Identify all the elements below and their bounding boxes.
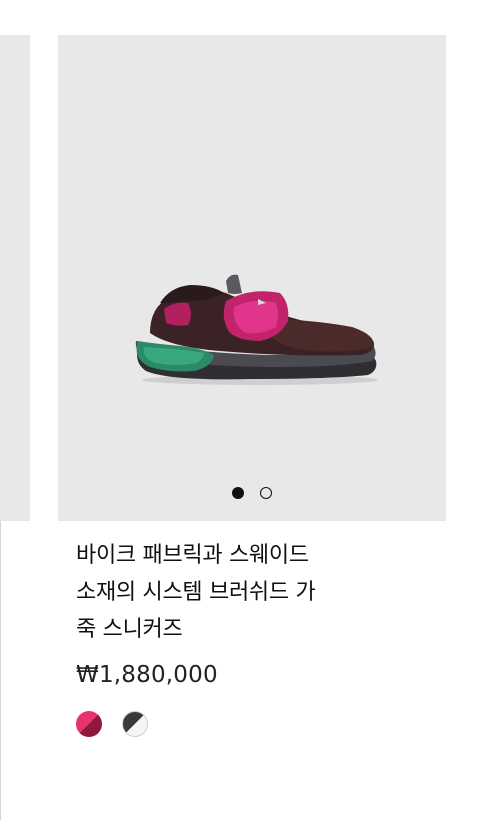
color-swatch-black-white[interactable]: [122, 711, 148, 737]
product-image-carousel[interactable]: [58, 35, 446, 521]
carousel-dot-1[interactable]: [232, 487, 244, 499]
product-title-line-2: 소재의 시스템 브러쉬드 가: [76, 580, 316, 605]
product-price: ₩1,880,000: [76, 662, 218, 688]
product-title[interactable]: 바이크 패브릭과 스웨이드 소재의 시스템 브러쉬드 가 죽 스니커즈: [76, 537, 376, 648]
product-image: [135, 274, 378, 385]
product-title-line-3: 죽 스니커즈: [76, 617, 183, 642]
carousel-pagination: [58, 487, 446, 499]
previous-product-card[interactable]: [0, 35, 30, 521]
color-swatch-pink[interactable]: [76, 711, 102, 737]
color-swatches: [76, 711, 148, 737]
divider: [0, 521, 1, 820]
carousel-dot-2[interactable]: [260, 487, 272, 499]
product-title-line-1: 바이크 패브릭과 스웨이드: [76, 543, 309, 568]
